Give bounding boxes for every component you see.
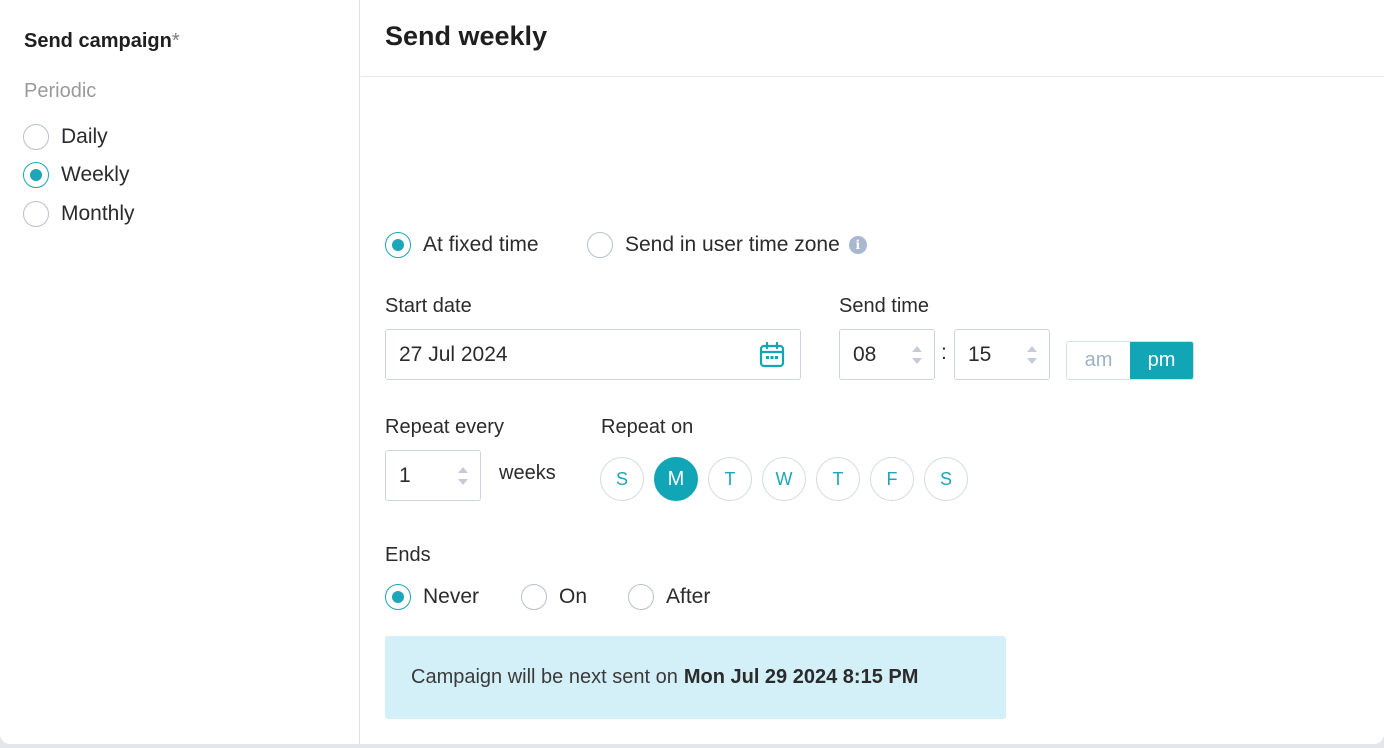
time-separator: : bbox=[941, 341, 947, 364]
interval-down-arrow-icon[interactable] bbox=[458, 478, 468, 485]
ends-never-label: Never bbox=[423, 585, 480, 608]
main-panel: Send weekly At fixed time Send in user t… bbox=[361, 0, 1384, 744]
required-mark: * bbox=[171, 30, 180, 52]
notice-text: Campaign will be next sent on bbox=[411, 666, 678, 688]
radio-weekly[interactable] bbox=[23, 162, 49, 188]
day-sunday[interactable]: S bbox=[600, 457, 644, 501]
repeat-on-label: Repeat on bbox=[601, 416, 694, 438]
minute-input[interactable]: 15 bbox=[954, 329, 1050, 380]
repeat-interval-input[interactable]: 1 bbox=[385, 450, 481, 501]
hour-input[interactable]: 08 bbox=[839, 329, 935, 380]
am-pm-toggle: am pm bbox=[1066, 341, 1194, 380]
day-wednesday[interactable]: W bbox=[762, 457, 806, 501]
minute-stepper[interactable] bbox=[1027, 345, 1037, 364]
start-date-label: Start date bbox=[385, 295, 472, 317]
day-friday[interactable]: F bbox=[870, 457, 914, 501]
repeat-interval-stepper[interactable] bbox=[458, 466, 468, 485]
day-tuesday[interactable]: T bbox=[708, 457, 752, 501]
ends-option-never[interactable]: Never bbox=[385, 584, 479, 610]
radio-after[interactable] bbox=[628, 584, 654, 610]
start-date-value: 27 Jul 2024 bbox=[399, 342, 508, 366]
campaign-schedule-panel: Send campaign* Periodic Daily Weekly Mon… bbox=[0, 0, 1384, 744]
timing-option-fixed[interactable]: At fixed time bbox=[385, 232, 539, 258]
page-title: Send weekly bbox=[385, 21, 548, 51]
frequency-label-monthly: Monthly bbox=[61, 202, 135, 225]
radio-on[interactable] bbox=[521, 584, 547, 610]
repeat-unit-label: weeks bbox=[499, 462, 556, 484]
frequency-label-daily: Daily bbox=[61, 125, 108, 148]
ends-option-after[interactable]: After bbox=[628, 584, 710, 610]
send-time-label: Send time bbox=[839, 295, 930, 317]
ends-after-label: After bbox=[666, 585, 711, 608]
radio-user-time-zone[interactable] bbox=[587, 232, 613, 258]
interval-up-arrow-icon[interactable] bbox=[458, 466, 468, 473]
am-button[interactable]: am bbox=[1067, 342, 1130, 379]
minute-up-arrow-icon[interactable] bbox=[1027, 345, 1037, 352]
periodic-group-label: Periodic bbox=[24, 80, 97, 102]
day-monday[interactable]: M bbox=[654, 457, 698, 501]
minute-down-arrow-icon[interactable] bbox=[1027, 357, 1037, 364]
sidebar: Send campaign* Periodic Daily Weekly Mon… bbox=[0, 0, 360, 744]
info-icon[interactable]: i bbox=[848, 236, 867, 254]
repeat-every-label: Repeat every bbox=[385, 416, 504, 438]
hour-up-arrow-icon[interactable] bbox=[912, 345, 922, 352]
weekday-selector: S M T W T F S bbox=[600, 457, 968, 501]
radio-never[interactable] bbox=[385, 584, 411, 610]
ends-option-on[interactable]: On bbox=[521, 584, 587, 610]
minute-value: 15 bbox=[968, 342, 992, 366]
timing-option-user-zone[interactable]: Send in user time zone i bbox=[587, 232, 867, 258]
hour-value: 08 bbox=[853, 342, 877, 366]
ends-label: Ends bbox=[385, 544, 431, 566]
radio-fixed-time[interactable] bbox=[385, 232, 411, 258]
radio-monthly[interactable] bbox=[23, 201, 49, 227]
frequency-label-weekly: Weekly bbox=[61, 163, 130, 186]
hour-down-arrow-icon[interactable] bbox=[912, 357, 922, 364]
radio-daily[interactable] bbox=[23, 124, 49, 150]
sidebar-title: Send campaign* bbox=[24, 30, 180, 52]
calendar-icon[interactable] bbox=[759, 341, 785, 374]
user-time-zone-label: Send in user time zone bbox=[625, 233, 840, 256]
frequency-option-daily[interactable]: Daily bbox=[23, 124, 108, 150]
fixed-time-label: At fixed time bbox=[423, 233, 539, 256]
day-thursday[interactable]: T bbox=[816, 457, 860, 501]
frequency-option-monthly[interactable]: Monthly bbox=[23, 201, 135, 227]
repeat-interval-value: 1 bbox=[399, 463, 411, 487]
pm-button[interactable]: pm bbox=[1130, 342, 1193, 379]
next-send-datetime: Mon Jul 29 2024 8:15 PM bbox=[683, 666, 919, 688]
frequency-option-weekly[interactable]: Weekly bbox=[23, 162, 129, 188]
main-header: Send weekly bbox=[361, 0, 1384, 77]
ends-on-label: On bbox=[559, 585, 588, 608]
start-date-input[interactable]: 27 Jul 2024 bbox=[385, 329, 801, 380]
hour-stepper[interactable] bbox=[912, 345, 922, 364]
next-send-notice: Campaign will be next sent on Mon Jul 29… bbox=[385, 636, 1006, 719]
day-saturday[interactable]: S bbox=[924, 457, 968, 501]
